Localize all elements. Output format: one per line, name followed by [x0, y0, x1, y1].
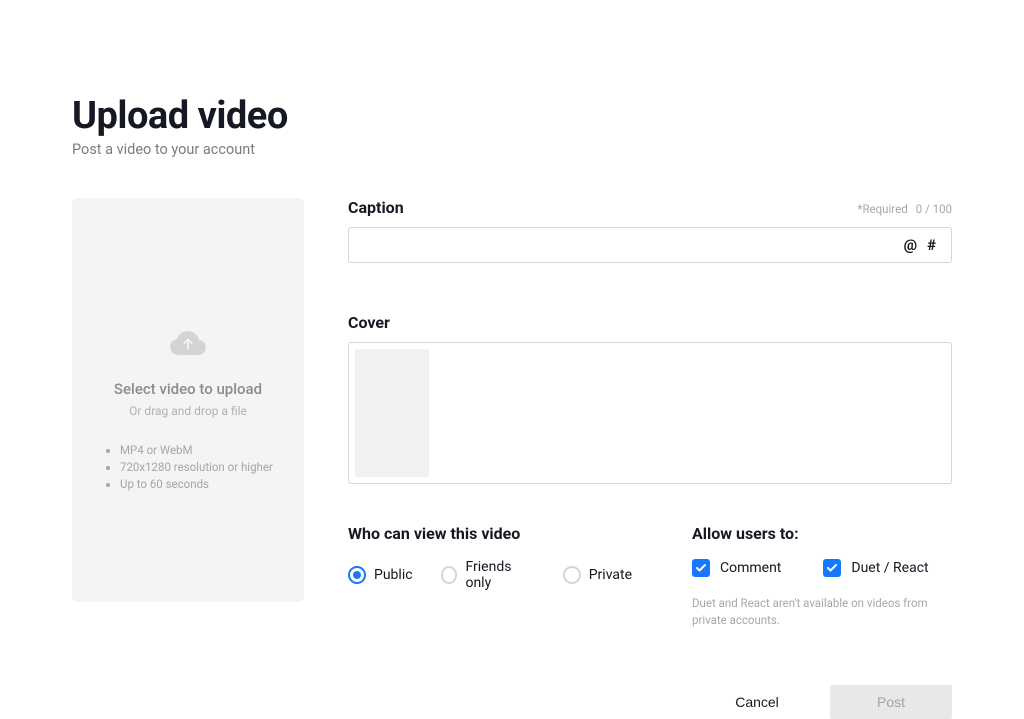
- dropzone-subtitle: Or drag and drop a file: [129, 404, 247, 418]
- caption-field[interactable]: @ #: [348, 227, 952, 263]
- dropzone-title: Select video to upload: [114, 380, 262, 398]
- checkbox-checked-icon: [692, 559, 710, 577]
- allow-label: Allow users to:: [692, 524, 952, 543]
- privacy-option-label: Private: [589, 567, 632, 583]
- caption-counter: 0 / 100: [916, 202, 952, 216]
- cover-selector[interactable]: [348, 342, 952, 484]
- dropzone-spec-item: 720x1280 resolution or higher: [120, 459, 304, 476]
- cover-label: Cover: [348, 313, 952, 332]
- allow-comment-checkbox[interactable]: Comment: [692, 559, 781, 577]
- caption-required: *Required: [858, 202, 908, 216]
- allow-option-label: Comment: [720, 560, 781, 576]
- privacy-option-private[interactable]: Private: [563, 566, 632, 584]
- dropzone-spec-item: Up to 60 seconds: [120, 476, 304, 493]
- page-subtitle: Post a video to your account: [72, 141, 952, 158]
- cancel-button[interactable]: Cancel: [696, 685, 818, 719]
- privacy-option-label: Friends only: [465, 559, 534, 591]
- privacy-label: Who can view this video: [348, 524, 632, 543]
- cover-thumbnail-placeholder: [355, 349, 429, 477]
- upload-dropzone[interactable]: Select video to upload Or drag and drop …: [72, 198, 304, 602]
- mention-button[interactable]: @: [899, 236, 922, 254]
- privacy-option-public[interactable]: Public: [348, 566, 413, 584]
- dropzone-spec-item: MP4 or WebM: [120, 442, 304, 459]
- post-button[interactable]: Post: [830, 685, 952, 719]
- checkbox-checked-icon: [823, 559, 841, 577]
- radio-icon: [441, 566, 458, 584]
- cloud-upload-icon: [169, 328, 207, 380]
- privacy-option-label: Public: [374, 567, 413, 583]
- hashtag-button[interactable]: #: [922, 236, 941, 254]
- radio-icon: [348, 566, 366, 584]
- dropzone-specs: MP4 or WebM 720x1280 resolution or highe…: [72, 442, 304, 494]
- allow-duet-react-checkbox[interactable]: Duet / React: [823, 559, 928, 577]
- caption-input[interactable]: [359, 228, 899, 262]
- allow-note: Duet and React aren't available on video…: [692, 595, 942, 630]
- allow-option-label: Duet / React: [851, 560, 928, 576]
- privacy-option-friends[interactable]: Friends only: [441, 559, 535, 591]
- caption-label: Caption: [348, 198, 404, 217]
- radio-icon: [563, 566, 581, 584]
- page-title: Upload video: [72, 96, 952, 138]
